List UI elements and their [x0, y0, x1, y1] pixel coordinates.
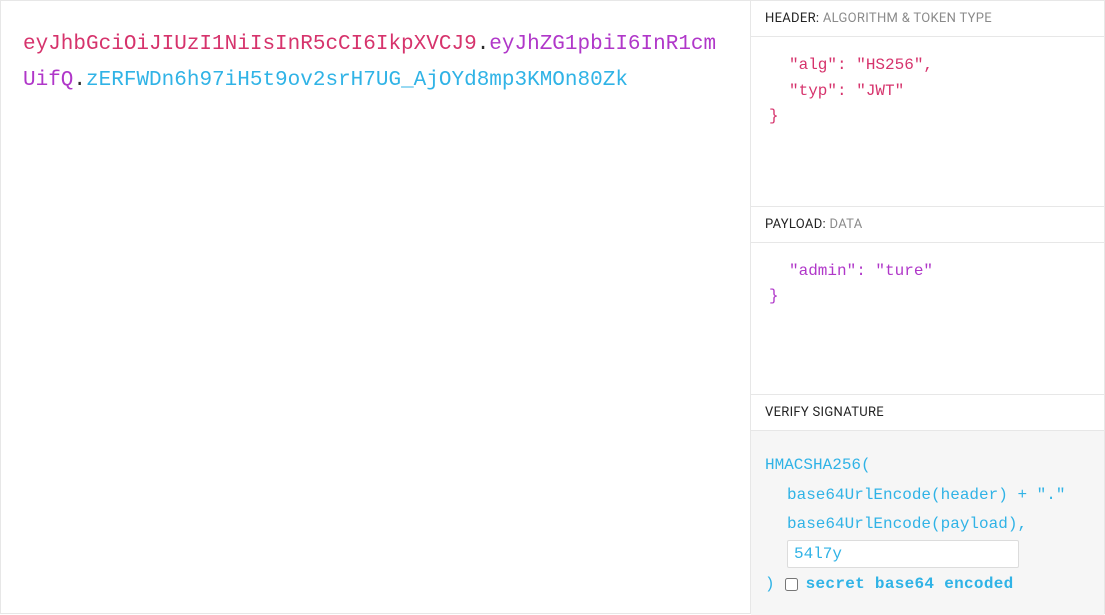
signature-section-title: VERIFY SIGNATURE	[751, 395, 1104, 431]
jwt-dot-1: .	[477, 33, 490, 56]
jwt-header-segment: eyJhbGciOiJIUzI1NiIsInR5cCI6IkpXVCJ9	[23, 33, 477, 56]
signature-title-text: VERIFY SIGNATURE	[765, 405, 884, 420]
header-section-title: HEADER: ALGORITHM & TOKEN TYPE	[751, 1, 1104, 37]
payload-subtitle-text: DATA	[826, 217, 863, 232]
payload-json-close-brace: }	[765, 287, 779, 305]
signature-body: HMACSHA256( base64UrlEncode(header) + ".…	[751, 431, 1104, 615]
encoded-token-panel[interactable]: eyJhbGciOiJIUzI1NiIsInR5cCI6IkpXVCJ9.eyJ…	[0, 0, 751, 614]
header-subtitle-text: ALGORITHM & TOKEN TYPE	[819, 11, 992, 26]
decoded-panel: HEADER: ALGORITHM & TOKEN TYPE "alg": "H…	[751, 0, 1105, 614]
secret-input[interactable]	[787, 540, 1019, 568]
signature-line-payload: base64UrlEncode(payload),	[765, 510, 1090, 540]
jwt-signature-segment: zERFWDn6h97iH5t9ov2srH7UG_AjOYd8mp3KMOn8…	[86, 69, 628, 92]
jwt-dot-2: .	[73, 69, 86, 92]
header-json-close-brace: }	[765, 107, 779, 125]
header-title-text: HEADER:	[765, 11, 819, 26]
signature-close-paren: )	[765, 570, 775, 600]
signature-line-header: base64UrlEncode(header) + "."	[765, 481, 1090, 511]
header-json-line-alg: "alg": "HS256",	[765, 53, 933, 79]
jwt-token-text[interactable]: eyJhbGciOiJIUzI1NiIsInR5cCI6IkpXVCJ9.eyJ…	[23, 27, 728, 98]
payload-json-body[interactable]: "admin": "ture" }	[751, 243, 1104, 395]
secret-base64-checkbox[interactable]	[785, 578, 798, 591]
payload-section-title: PAYLOAD: DATA	[751, 207, 1104, 243]
payload-title-text: PAYLOAD:	[765, 217, 826, 232]
payload-json-line-admin: "admin": "ture"	[765, 259, 933, 285]
header-json-line-typ: "typ": "JWT"	[765, 79, 904, 105]
signature-algo-open: HMACSHA256(	[765, 451, 1090, 481]
secret-base64-label[interactable]: secret base64 encoded	[806, 570, 1014, 600]
header-json-body[interactable]: "alg": "HS256", "typ": "JWT" }	[751, 37, 1104, 207]
